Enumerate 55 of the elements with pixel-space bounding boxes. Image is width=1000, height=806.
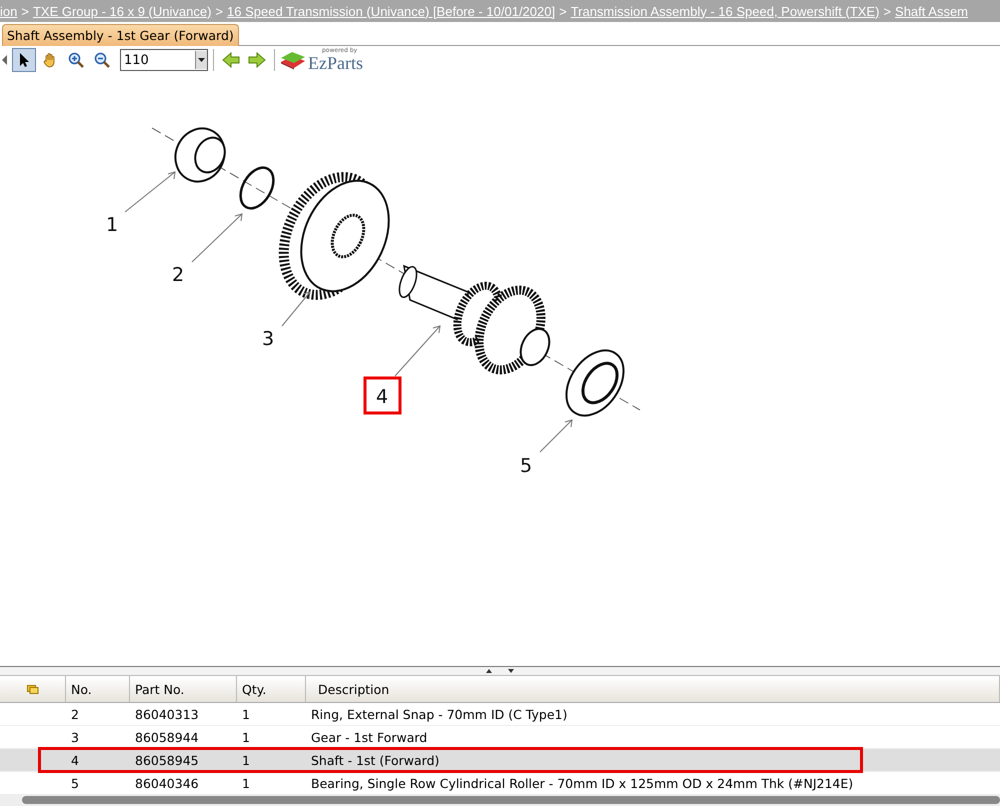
table-cell: Gear - 1st Forward bbox=[311, 730, 428, 744]
leader-line bbox=[124, 171, 176, 212]
logo-text: EzParts bbox=[308, 54, 363, 72]
breadcrumb-separator: > bbox=[559, 4, 567, 18]
column-header[interactable]: Qty. bbox=[237, 676, 306, 702]
table-cell: 86040346 bbox=[135, 776, 199, 790]
snap-ring-drawing bbox=[239, 166, 275, 210]
leader-line bbox=[192, 213, 243, 262]
left-arrow-icon bbox=[222, 52, 240, 68]
stacked-blocks-icon bbox=[280, 50, 306, 70]
leader-line bbox=[282, 291, 311, 326]
callout-number[interactable]: 1 bbox=[106, 214, 118, 236]
table-cell: Bearing, Single Row Cylindrical Roller - 70mm ID x 125mm OD x 24mm Thk (#NJ214E) bbox=[311, 776, 854, 790]
pointer-icon bbox=[17, 52, 31, 68]
scroll-left-icon[interactable] bbox=[2, 55, 8, 65]
bearing-drawing bbox=[566, 349, 624, 417]
table-cell: 86058945 bbox=[135, 752, 199, 768]
table-cell: 86040313 bbox=[135, 706, 199, 722]
table-cell: 1 bbox=[242, 706, 250, 722]
table-cell: 4 bbox=[71, 752, 79, 768]
breadcrumb-separator: > bbox=[883, 4, 892, 18]
callout-number[interactable]: 2 bbox=[172, 264, 184, 286]
column-header[interactable]: No. bbox=[66, 676, 130, 702]
callout-number[interactable]: 3 bbox=[262, 328, 274, 350]
callout-number[interactable]: 5 bbox=[520, 455, 532, 477]
caret-icon bbox=[198, 58, 205, 62]
tab[interactable]: Shaft Assembly - 1st Gear (Forward) bbox=[2, 24, 239, 46]
table-cell: 1 bbox=[242, 776, 250, 790]
callout-number[interactable]: 4 bbox=[376, 386, 388, 408]
table-cell: 86058944 bbox=[135, 730, 199, 744]
column-header[interactable]: Description bbox=[306, 676, 1000, 702]
zoom-out-icon bbox=[94, 52, 110, 68]
zoom-dropdown[interactable]: 110 bbox=[120, 49, 208, 71]
horizontal-scrollbar[interactable] bbox=[0, 795, 1000, 806]
bearing-drawing bbox=[174, 128, 226, 182]
table-cell: 1 bbox=[242, 730, 250, 744]
table-cell: Ring, External Snap - 70mm ID (C Type1) bbox=[311, 706, 568, 722]
table-cell: 3 bbox=[71, 730, 79, 744]
splitter-handle[interactable] bbox=[0, 666, 1000, 676]
breadcrumb-separator: > bbox=[21, 4, 29, 18]
breadcrumb-separator: > bbox=[215, 4, 224, 18]
selected-table-row[interactable]: 4 86058945 1 Shaft - 1st (Forward) bbox=[0, 749, 1000, 772]
leader-line bbox=[394, 325, 441, 376]
table-cell: 5 bbox=[71, 776, 79, 790]
right-arrow-icon bbox=[248, 52, 266, 68]
pointer-tool[interactable] bbox=[12, 48, 36, 72]
table-row[interactable]: 2 86040313 1 Ring, External Snap - 70mm ID (C Type1) bbox=[0, 703, 1000, 726]
table-cell: Shaft - 1st (Forward) bbox=[311, 752, 440, 768]
table-cell: 1 bbox=[242, 752, 250, 768]
column-header[interactable]: Part No. bbox=[130, 676, 237, 702]
zoom-in-icon bbox=[68, 52, 84, 68]
notes-icon bbox=[26, 684, 38, 694]
collapse-arrows-icon[interactable] bbox=[484, 668, 516, 674]
leader-line bbox=[540, 419, 573, 452]
table-cell: 2 bbox=[71, 706, 79, 722]
